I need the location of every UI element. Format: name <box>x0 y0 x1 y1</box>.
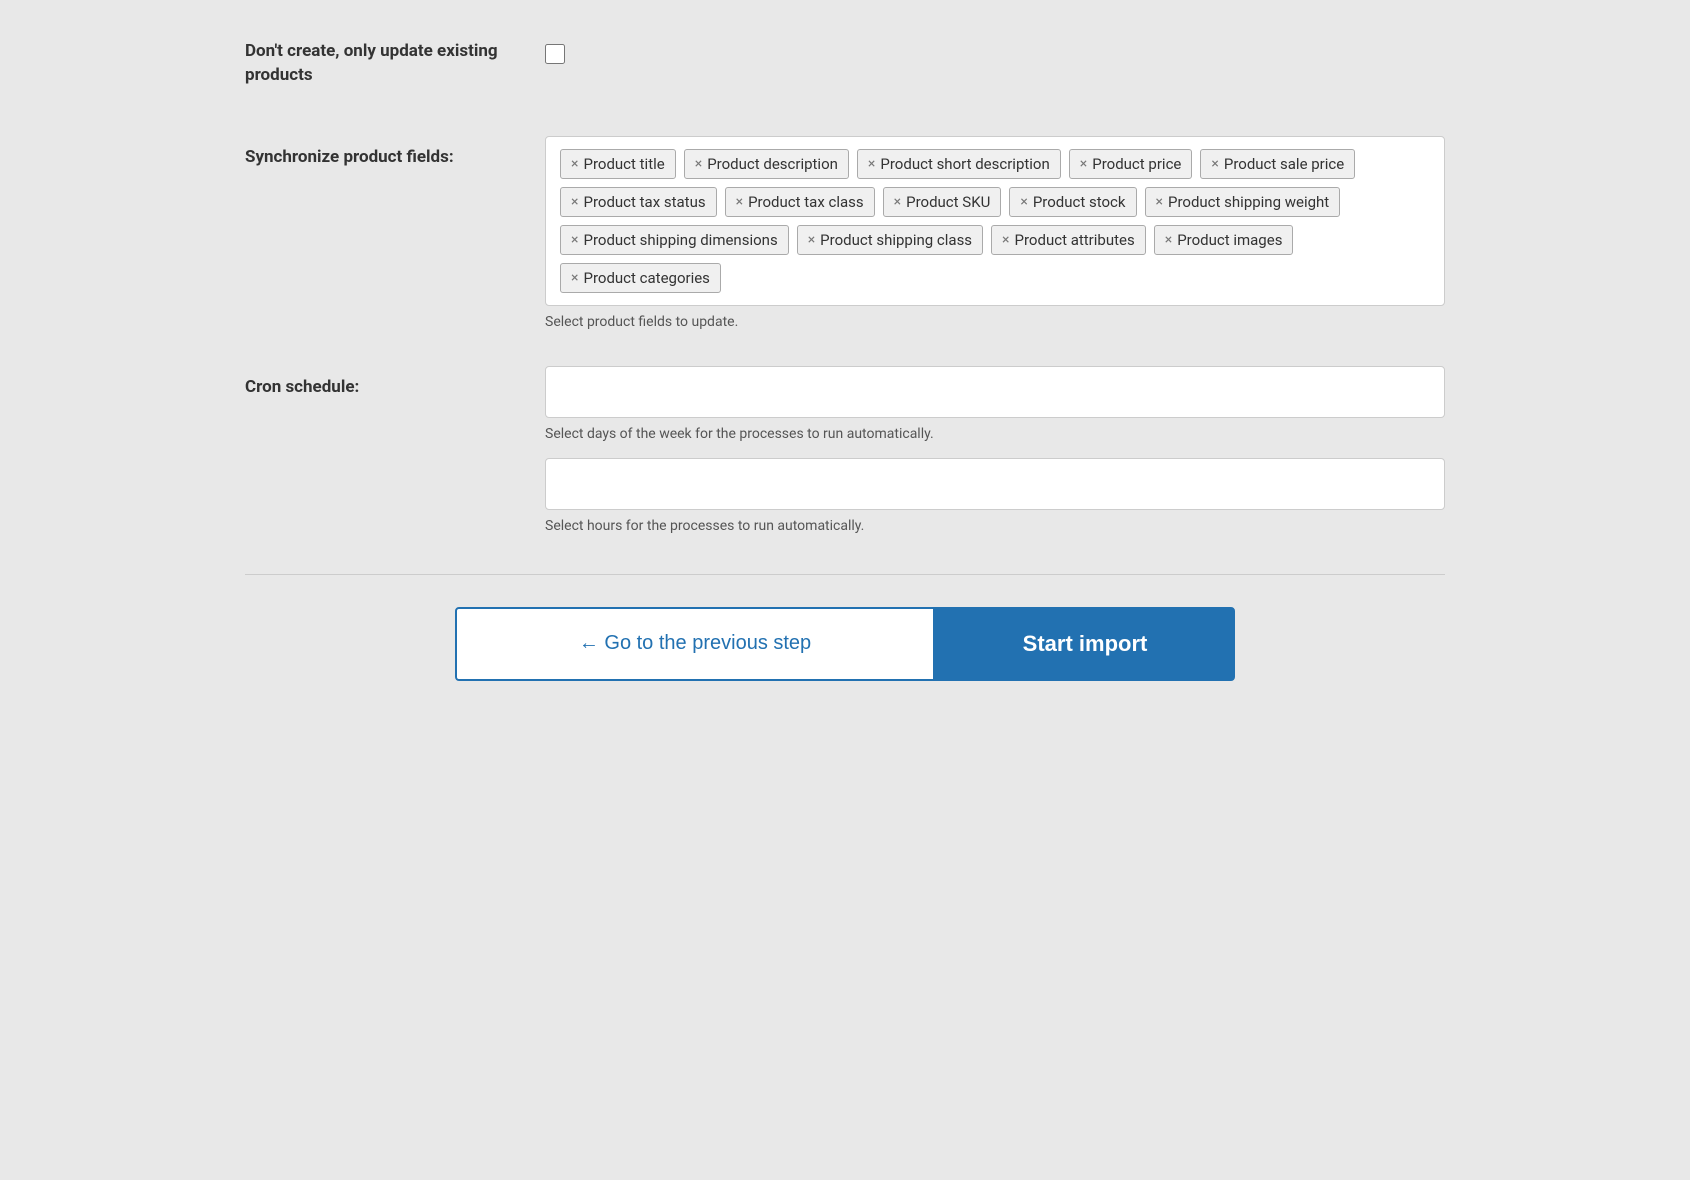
prev-step-button[interactable]: ← Go to the previous step <box>455 607 935 681</box>
tag-remove-icon: × <box>1080 156 1087 172</box>
tag-remove-icon: × <box>571 194 578 210</box>
start-import-button[interactable]: Start import <box>935 607 1235 681</box>
tag-item[interactable]: ×Product tax class <box>725 187 875 217</box>
tag-item[interactable]: ×Product title <box>560 149 676 179</box>
tag-remove-icon: × <box>808 232 815 248</box>
cron-schedule-hours-input[interactable] <box>545 458 1445 510</box>
section-divider <box>245 574 1445 575</box>
tag-item[interactable]: ×Product attributes <box>991 225 1146 255</box>
tag-item[interactable]: ×Product categories <box>560 263 721 293</box>
button-row: ← Go to the previous step Start import <box>245 607 1445 681</box>
tag-remove-icon: × <box>1211 156 1218 172</box>
cron-days-help: Select days of the week for the processe… <box>545 426 1445 442</box>
tag-item[interactable]: ×Product SKU <box>883 187 1002 217</box>
sync-fields-label: Synchronize product fields: <box>245 136 545 170</box>
cron-schedule-label: Cron schedule: <box>245 366 545 400</box>
tags-container: ×Product title ×Product description ×Produ… <box>545 136 1445 306</box>
tag-item[interactable]: ×Product short description <box>857 149 1061 179</box>
tag-remove-icon: × <box>1020 194 1027 210</box>
cron-schedule-days-input[interactable] <box>545 366 1445 418</box>
sync-fields-help: Select product fields to update. <box>545 314 1445 330</box>
tag-remove-icon: × <box>695 156 702 172</box>
dont-create-label: Don't create, only update existing produ… <box>245 40 525 88</box>
tag-item[interactable]: ×Product shipping class <box>797 225 983 255</box>
tag-remove-icon: × <box>736 194 743 210</box>
tag-remove-icon: × <box>1165 232 1172 248</box>
tag-remove-icon: × <box>1002 232 1009 248</box>
tag-item[interactable]: ×Product shipping weight <box>1145 187 1341 217</box>
tag-item[interactable]: ×Product tax status <box>560 187 717 217</box>
tag-item[interactable]: ×Product images <box>1154 225 1294 255</box>
dont-create-checkbox[interactable] <box>545 44 565 64</box>
tag-item[interactable]: ×Product shipping dimensions <box>560 225 789 255</box>
tag-item[interactable]: ×Product sale price <box>1200 149 1355 179</box>
cron-schedule-days-control: Select days of the week for the processe… <box>545 366 1445 442</box>
cron-hours-help: Select hours for the processes to run au… <box>545 518 1445 534</box>
tag-item[interactable]: ×Product description <box>684 149 849 179</box>
tag-item[interactable]: ×Product stock <box>1009 187 1136 217</box>
tag-remove-icon: × <box>868 156 875 172</box>
tag-remove-icon: × <box>571 270 578 286</box>
tag-remove-icon: × <box>571 156 578 172</box>
cron-schedule-hours-control: Select hours for the processes to run au… <box>545 458 1445 534</box>
tag-item[interactable]: ×Product price <box>1069 149 1193 179</box>
tag-remove-icon: × <box>571 232 578 248</box>
tag-remove-icon: × <box>894 194 901 210</box>
sync-fields-control: ×Product title ×Product description ×Produ… <box>545 136 1445 330</box>
tag-remove-icon: × <box>1156 194 1163 210</box>
